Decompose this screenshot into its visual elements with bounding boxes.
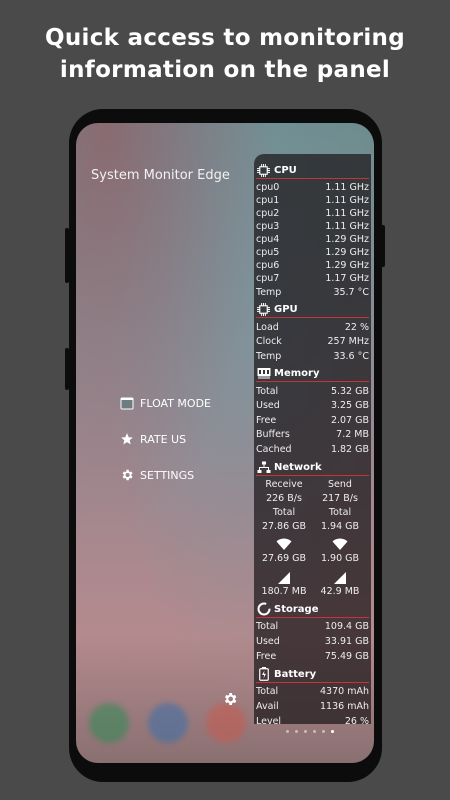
monitor-edge-panel[interactable]: CPU cpu0 1.11 GHz cpu1 1.11 GHz cpu2 1.11 G… — [254, 154, 371, 724]
rate-us-button[interactable]: RATE US — [119, 429, 186, 449]
wifi-send-icon — [332, 536, 348, 550]
page-dot[interactable] — [313, 730, 316, 733]
page-indicator[interactable] — [286, 730, 334, 733]
cpu-section-header: CPU — [256, 162, 369, 179]
wifi-send-total: 1.90 GB — [320, 553, 360, 564]
receive-total: 27.86 GB — [261, 521, 307, 532]
app-title: System Monitor Edge — [91, 168, 230, 183]
battery-section-header: Battery — [256, 666, 369, 683]
send-label: Send — [328, 479, 352, 490]
storage-row: Used 33.91 GB — [256, 636, 369, 647]
storage-section-header: Storage — [256, 601, 369, 618]
float-mode-button[interactable]: FLOAT MODE — [119, 393, 211, 413]
cpu-chip-icon — [256, 163, 271, 177]
rate-us-label: RATE US — [140, 432, 187, 446]
power-button — [381, 225, 385, 267]
page-dot[interactable] — [286, 730, 289, 733]
battery-row: Total 4370 mAh — [256, 686, 369, 697]
memory-row: Used 3.25 GB — [256, 400, 369, 411]
cellular-receive-total: 180.7 MB — [261, 586, 307, 597]
wifi-receive-total: 27.69 GB — [261, 553, 307, 564]
receive-total-label: Total — [272, 507, 296, 518]
phone-app-icon — [89, 703, 129, 743]
battery-row: Level 26 % — [256, 716, 369, 724]
memory-chip-icon — [256, 366, 271, 380]
battery-title: Battery — [274, 668, 317, 680]
cellular-send-total: 42.9 MB — [320, 586, 360, 597]
memory-section-header: Memory — [256, 365, 369, 382]
cellular-send-icon — [333, 570, 349, 584]
bixby-button — [65, 348, 69, 390]
storage-title: Storage — [274, 603, 319, 615]
battery-icon — [256, 667, 271, 681]
settings-button[interactable]: SETTINGS — [119, 465, 194, 485]
gpu-section-header: GPU — [256, 301, 369, 318]
storage-row: Total 109.4 GB — [256, 621, 369, 632]
page-dot[interactable] — [295, 730, 298, 733]
page-dot[interactable] — [322, 730, 325, 733]
cpu-title: CPU — [274, 164, 297, 176]
gear-icon — [119, 467, 135, 483]
receive-label: Receive — [265, 479, 303, 490]
page-dot[interactable] — [304, 730, 307, 733]
memory-row: Buffers 7.2 MB — [256, 429, 369, 440]
page-dot-active[interactable] — [331, 730, 334, 733]
edge-settings-icon[interactable] — [222, 691, 240, 709]
receive-rate: 226 B/s — [266, 493, 302, 504]
network-section-header: Network — [256, 459, 369, 476]
headline-line-2: information on the panel — [59, 57, 391, 83]
promo-headline: Quick access to monitoring information o… — [0, 22, 450, 86]
volume-button — [65, 228, 69, 283]
gpu-row: Load 22 % — [256, 322, 369, 333]
storage-row: Free 75.49 GB — [256, 651, 369, 662]
memory-row: Free 2.07 GB — [256, 415, 369, 426]
cpu-row: cpu2 1.11 GHz — [256, 208, 369, 219]
settings-label: SETTINGS — [140, 468, 195, 482]
cpu-row: cpu7 1.17 GHz — [256, 273, 369, 284]
window-icon — [119, 395, 135, 411]
storage-icon — [256, 602, 271, 616]
wifi-receive-icon — [276, 536, 292, 550]
cpu-row: cpu1 1.11 GHz — [256, 195, 369, 206]
messages-app-icon — [148, 703, 188, 743]
battery-row: Avail 1136 mAh — [256, 701, 369, 712]
cpu-row: cpu4 1.29 GHz — [256, 234, 369, 245]
headline-line-1: Quick access to monitoring — [44, 25, 405, 51]
gpu-row: Clock 257 MHz — [256, 336, 369, 347]
network-icon — [256, 460, 271, 474]
star-icon — [119, 431, 135, 447]
gpu-row: Temp 33.6 °C — [256, 351, 369, 362]
gpu-chip-icon — [256, 302, 271, 316]
network-title: Network — [274, 461, 322, 473]
send-total-label: Total — [328, 507, 352, 518]
send-total: 1.94 GB — [320, 521, 360, 532]
cpu-row: cpu0 1.11 GHz — [256, 182, 369, 193]
cpu-row: cpu3 1.11 GHz — [256, 221, 369, 232]
cpu-row: cpu5 1.29 GHz — [256, 247, 369, 258]
float-mode-label: FLOAT MODE — [140, 396, 211, 410]
memory-row: Total 5.32 GB — [256, 386, 369, 397]
memory-title: Memory — [274, 367, 320, 379]
send-rate: 217 B/s — [322, 493, 358, 504]
cpu-row: cpu6 1.29 GHz — [256, 260, 369, 271]
memory-row: Cached 1.82 GB — [256, 444, 369, 455]
cpu-temp-row: Temp 35.7 °C — [256, 287, 369, 298]
gpu-title: GPU — [274, 303, 298, 315]
cellular-receive-icon — [277, 570, 293, 584]
